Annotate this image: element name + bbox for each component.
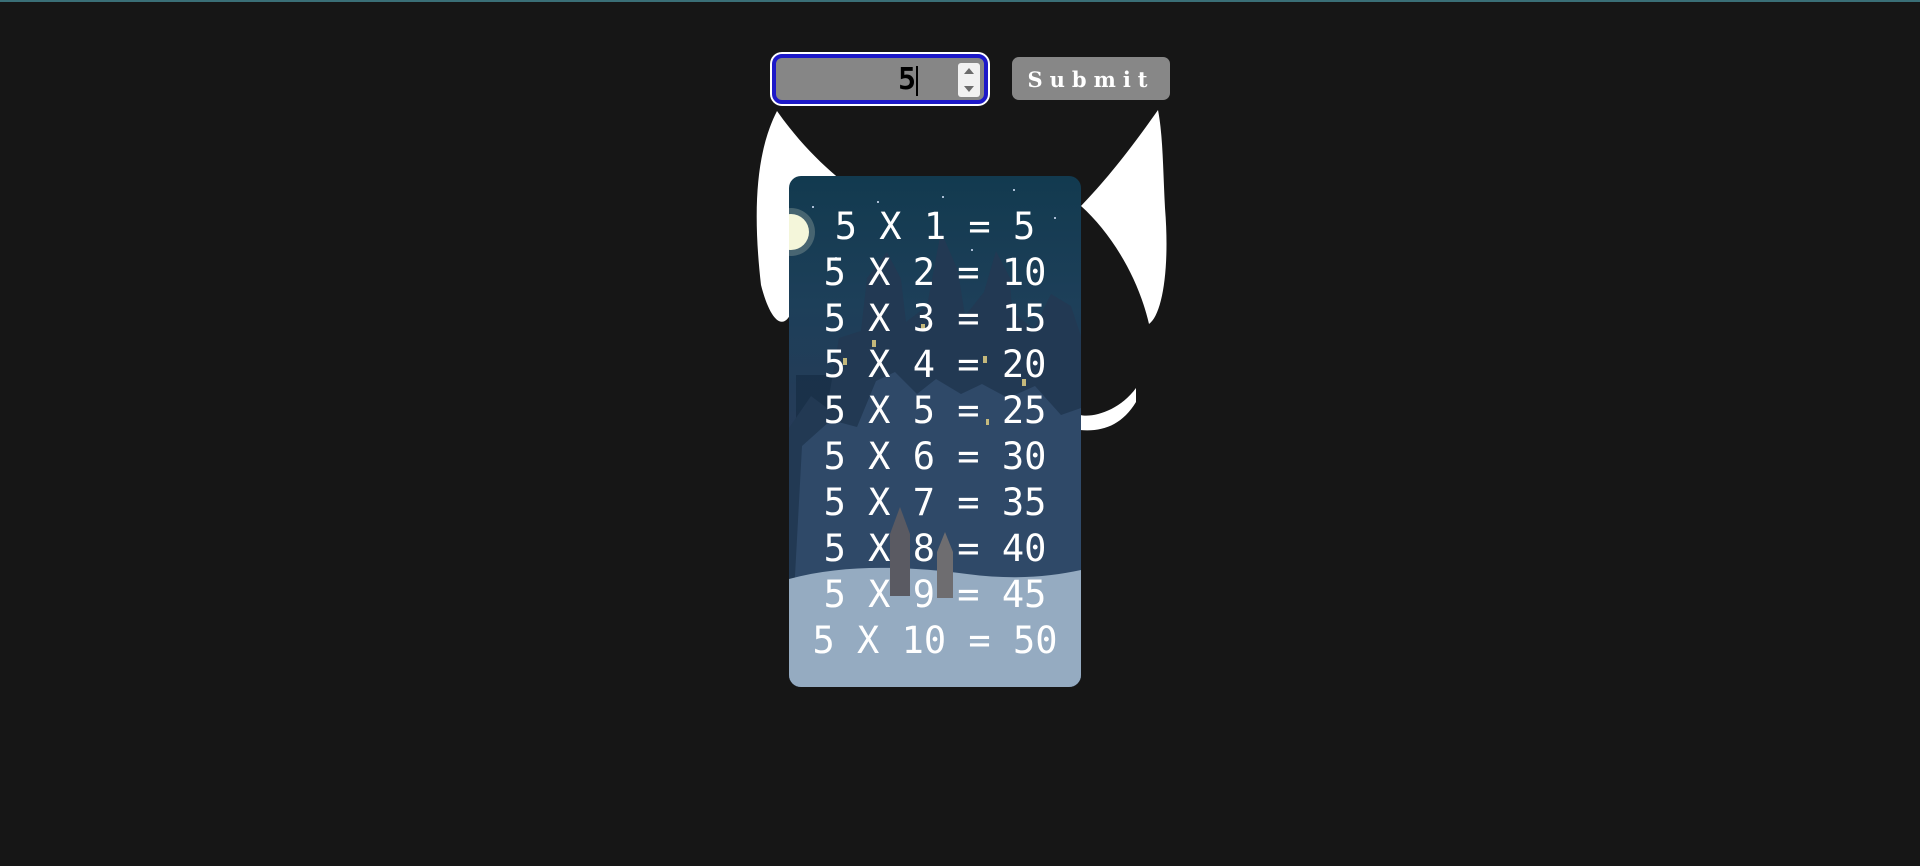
table-line: 5 X 10 = 50	[812, 619, 1058, 662]
multiplication-table-list: 5 X 1 = 5 5 X 2 = 10 5 X 3 = 15 5 X 4 = …	[789, 204, 1081, 664]
table-line: 5 X 4 = 20	[823, 343, 1047, 386]
table-line: 5 X 2 = 10	[823, 251, 1047, 294]
multiplication-table-card: 5 X 1 = 5 5 X 2 = 10 5 X 3 = 15 5 X 4 = …	[789, 176, 1081, 687]
table-line: 5 X 9 = 45	[823, 573, 1047, 616]
table-line: 5 X 1 = 5	[834, 205, 1036, 248]
table-line: 5 X 3 = 15	[823, 297, 1047, 340]
table-line: 5 X 7 = 35	[823, 481, 1047, 524]
table-line: 5 X 5 = 25	[823, 389, 1047, 432]
table-line: 5 X 8 = 40	[823, 527, 1047, 570]
table-line: 5 X 6 = 30	[823, 435, 1047, 478]
